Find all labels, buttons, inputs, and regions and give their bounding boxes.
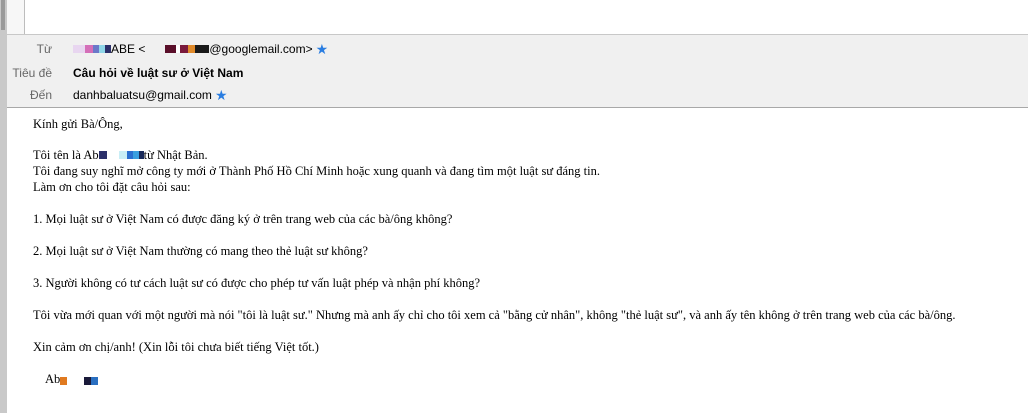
message-list-corner [7,0,25,34]
to-email[interactable]: danhbaluatsu@gmail.com [73,86,212,104]
scrollbar-thumb[interactable] [1,0,5,30]
redacted-name [73,45,111,53]
from-value[interactable]: ABE < @googlemail.com> ★ [73,40,328,58]
question-2: 2. Mọi luật sư ở Việt Nam thường có mang… [33,244,368,258]
question-1: 1. Mọi luật sư ở Việt Nam có được đăng k… [33,212,453,226]
subject-value: Câu hỏi về luật sư ở Việt Nam [73,66,244,80]
star-icon[interactable]: ★ [316,42,329,56]
redacted-signature [60,377,99,385]
email-body: Kính gửi Bà/Ông, Tôi tên là Ab từ Nhật B… [7,107,1028,413]
intro-suffix: từ Nhật Bản. [143,148,208,162]
to-row: Đến danhbaluatsu@gmail.com ★ [7,86,1007,104]
intro-line: Tôi tên là Ab từ Nhật Bản. [33,147,208,163]
story-line: Tôi vừa mới quan với một người mà nói "t… [33,308,956,322]
email-header: Từ ABE < @googlemail.com> ★ Tiêu đề Câu [7,34,1028,108]
signature: Ab [45,371,99,387]
paragraph-line: Làm ơn cho tôi đặt câu hỏi sau: [33,180,191,194]
to-value[interactable]: danhbaluatsu@gmail.com ★ [73,86,228,104]
star-icon[interactable]: ★ [215,88,228,102]
scrollbar-track[interactable] [0,0,7,413]
intro-prefix: Tôi tên là Ab [33,148,99,162]
to-label: Đến [29,88,52,102]
from-name-suffix: ABE < [111,42,146,56]
from-email-suffix: @googlemail.com> [209,42,313,56]
redacted-name [98,151,144,159]
from-label: Từ [36,42,52,56]
subject-row: Tiêu đề Câu hỏi về luật sư ở Việt Nam [7,64,1007,82]
paragraph-line: Tôi đang suy nghĩ mở công ty mới ở Thành… [33,164,600,178]
signature-name: Ab [45,372,61,386]
redacted-email [165,45,210,53]
from-row: Từ ABE < @googlemail.com> ★ [7,40,1007,58]
thanks-line: Xin cảm ơn chị/anh! (Xin lỗi tôi chưa bi… [33,340,319,354]
greeting: Kính gửi Bà/Ông, [33,117,123,131]
subject-label: Tiêu đề [12,66,52,80]
question-3: 3. Người không có tư cách luật sư có đượ… [33,276,480,290]
